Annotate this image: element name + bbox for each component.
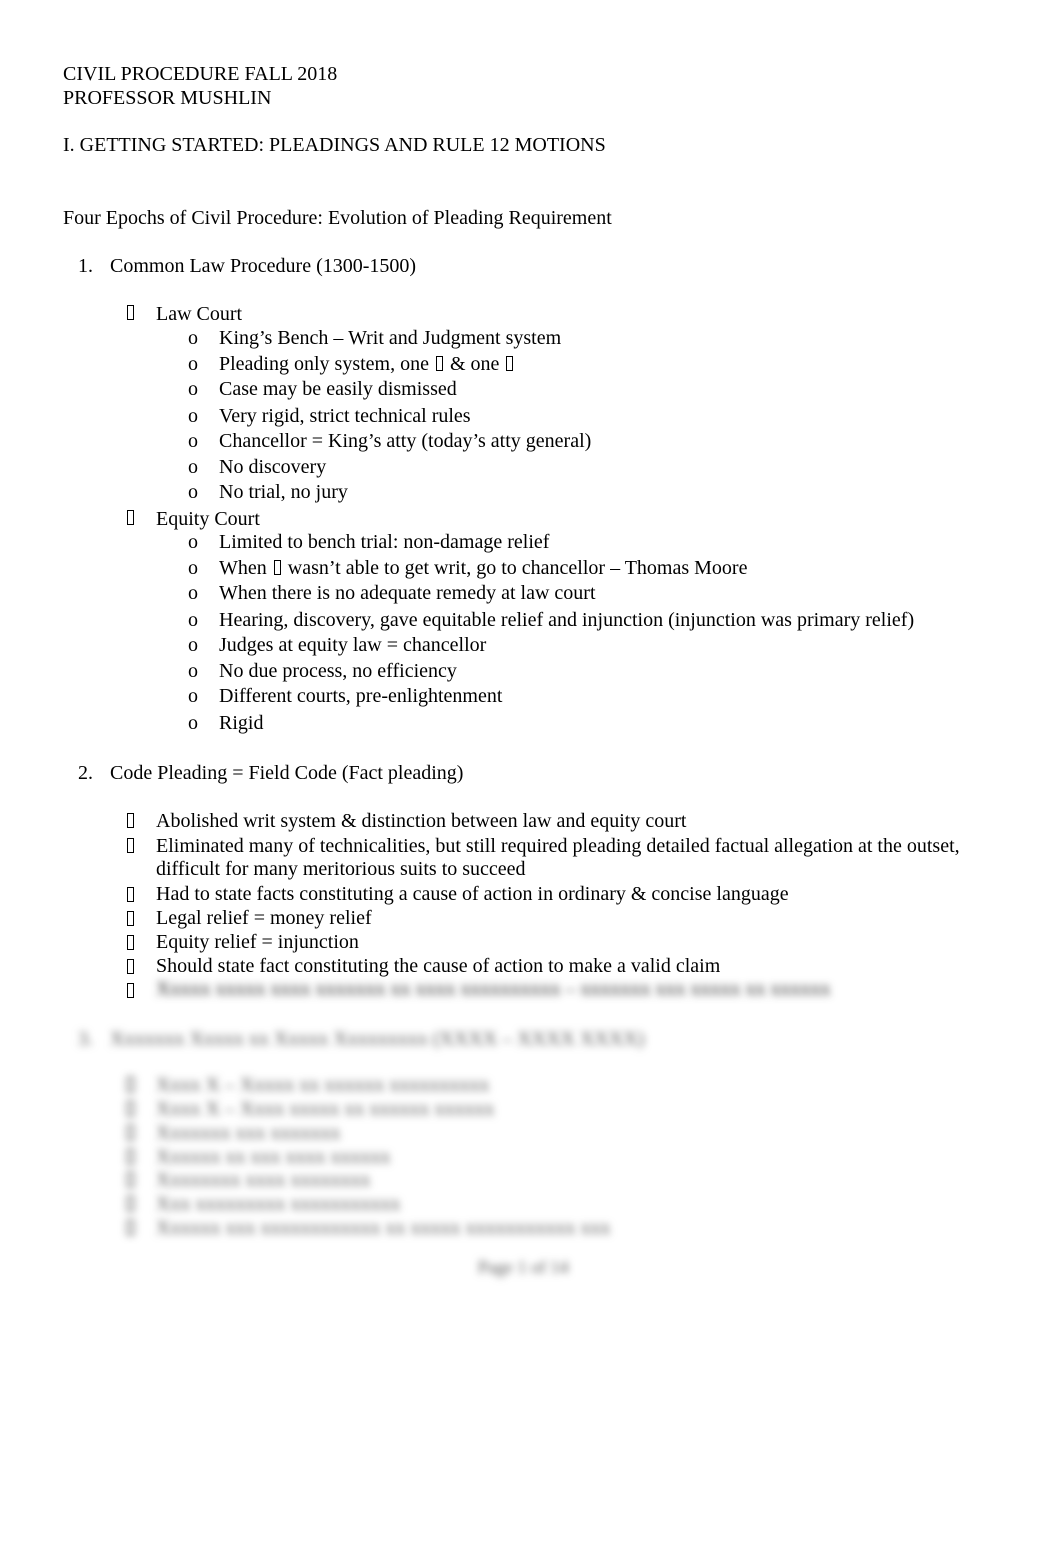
blurred-item: Xxxxxxxx xxxx xxxxxxxx xyxy=(156,1169,371,1191)
epoch-2-number: 2. xyxy=(78,762,93,784)
document-page: CIVIL PROCEDURE FALL 2018 PROFESSOR MUSH… xyxy=(0,0,1062,1561)
sub-bullet-marker: o xyxy=(188,557,198,579)
sub-bullet-marker: o xyxy=(188,430,198,452)
law-court-item: Chancellor = King’s atty (today’s atty g… xyxy=(219,430,592,452)
epoch-3-number: 3. xyxy=(78,1028,93,1050)
blurred-item: Xxxx X – Xxxxx xx xxxxxx xxxxxxxxxx xyxy=(156,1074,490,1096)
blurred-preview-text: Xxxxx xxxxx xxxx xxxxxxx xx xxxx xxxxxxx… xyxy=(156,978,831,1000)
sub-bullet-marker: o xyxy=(188,481,198,503)
blurred-item: Xxx xxxxxxxxx xxxxxxxxxxx xyxy=(156,1193,401,1215)
law-court-item: No discovery xyxy=(219,456,327,478)
bullet-icon xyxy=(125,933,136,957)
professor-name: PROFESSOR MUSHLIN xyxy=(63,87,272,109)
blurred-item: Xxxxxxx xxx xxxxxxx xyxy=(156,1122,341,1144)
equity-court-item: When there is no adequate remedy at law … xyxy=(219,582,596,604)
epoch-1-number: 1. xyxy=(78,255,93,277)
law-court-item-text: & one xyxy=(449,353,500,375)
epoch-3-title: Xxxxxxx Xxxxx xx Xxxxx Xxxxxxxxx (XXXX –… xyxy=(110,1028,645,1050)
section-heading: I. GETTING STARTED: PLEADINGS AND RULE 1… xyxy=(63,134,606,156)
sub-bullet-marker: o xyxy=(188,660,198,682)
bullet-icon xyxy=(125,981,136,1005)
bullet-icon xyxy=(125,909,136,933)
code-pleading-item: Equity relief = injunction xyxy=(156,931,359,953)
bullet-icon xyxy=(125,1099,136,1123)
epoch-2-title: Code Pleading = Field Code (Fact pleadin… xyxy=(110,762,464,784)
plaintiff-symbol-icon xyxy=(273,560,281,575)
law-court-item: Very rigid, strict technical rules xyxy=(219,405,471,427)
sub-bullet-marker: o xyxy=(188,378,198,400)
bullet-icon xyxy=(125,836,136,860)
bullet-icon xyxy=(125,885,136,909)
bullet-icon xyxy=(125,1170,136,1194)
course-title: CIVIL PROCEDURE FALL 2018 xyxy=(63,63,338,85)
law-court-item: King’s Bench – Writ and Judgment system xyxy=(219,327,562,349)
bullet-icon xyxy=(125,508,136,532)
sub-bullet-marker: o xyxy=(188,456,198,478)
law-court-label: Law Court xyxy=(156,303,243,325)
bullet-icon xyxy=(125,957,136,981)
blurred-item: Xxxxxx xx xxx xxxx xxxxxx xyxy=(156,1146,391,1168)
equity-court-item: Limited to bench trial: non-damage relie… xyxy=(219,531,550,553)
sub-bullet-marker: o xyxy=(188,712,198,734)
blurred-item: Xxxx X – Xxxx xxxxx xx xxxxxx xxxxxx xyxy=(156,1098,495,1120)
code-pleading-item: Eliminated many of technicalities, but s… xyxy=(156,835,960,857)
equity-court-item: Different courts, pre-enlightenment xyxy=(219,685,503,707)
bullet-icon xyxy=(125,811,136,835)
plaintiff-symbol-icon xyxy=(435,356,443,371)
bullet-icon xyxy=(125,1218,136,1242)
code-pleading-item-continuation: difficult for many meritorious suits to … xyxy=(156,858,526,880)
code-pleading-item: Legal relief = money relief xyxy=(156,907,372,929)
equity-court-item: Rigid xyxy=(219,712,264,734)
law-court-item: No trial, no jury xyxy=(219,481,348,503)
equity-court-item: Judges at equity law = chancellor xyxy=(219,634,487,656)
page-number: Page 1 of 14 xyxy=(478,1257,569,1277)
sub-bullet-marker: o xyxy=(188,609,198,631)
equity-court-item: No due process, no efficiency xyxy=(219,660,457,682)
code-pleading-item: Should state fact constituting the cause… xyxy=(156,955,721,977)
code-pleading-item: Had to state facts constituting a cause … xyxy=(156,883,789,905)
law-court-item: Case may be easily dismissed xyxy=(219,378,457,400)
sub-bullet-marker: o xyxy=(188,582,198,604)
document-subtitle: Four Epochs of Civil Procedure: Evolutio… xyxy=(63,207,612,229)
equity-court-item: When wasn’t able to get writ, go to chan… xyxy=(219,556,747,580)
sub-bullet-marker: o xyxy=(188,685,198,707)
equity-court-item-text: wasn’t able to get writ, go to chancello… xyxy=(287,557,748,579)
sub-bullet-marker: o xyxy=(188,327,198,349)
blurred-item: Xxxxxx xxx xxxxxxxxxxxx xx xxxxx xxxxxxx… xyxy=(156,1217,611,1239)
sub-bullet-marker: o xyxy=(188,531,198,553)
sub-bullet-marker: o xyxy=(188,353,198,375)
sub-bullet-marker: o xyxy=(188,634,198,656)
equity-court-label: Equity Court xyxy=(156,508,260,530)
equity-court-item: Hearing, discovery, gave equitable relie… xyxy=(219,609,915,631)
law-court-item: Pleading only system, one & one xyxy=(219,352,515,376)
bullet-icon xyxy=(125,1147,136,1171)
bullet-icon xyxy=(125,1123,136,1147)
bullet-icon xyxy=(125,1194,136,1218)
law-court-item-text: Pleading only system, one xyxy=(219,353,429,375)
bullet-icon xyxy=(125,1075,136,1099)
code-pleading-item: Abolished writ system & distinction betw… xyxy=(156,810,687,832)
defendant-symbol-icon xyxy=(506,356,514,371)
bullet-icon xyxy=(125,303,136,327)
epoch-1-title: Common Law Procedure (1300-1500) xyxy=(110,255,417,277)
equity-court-item-text: When xyxy=(219,557,267,579)
sub-bullet-marker: o xyxy=(188,405,198,427)
